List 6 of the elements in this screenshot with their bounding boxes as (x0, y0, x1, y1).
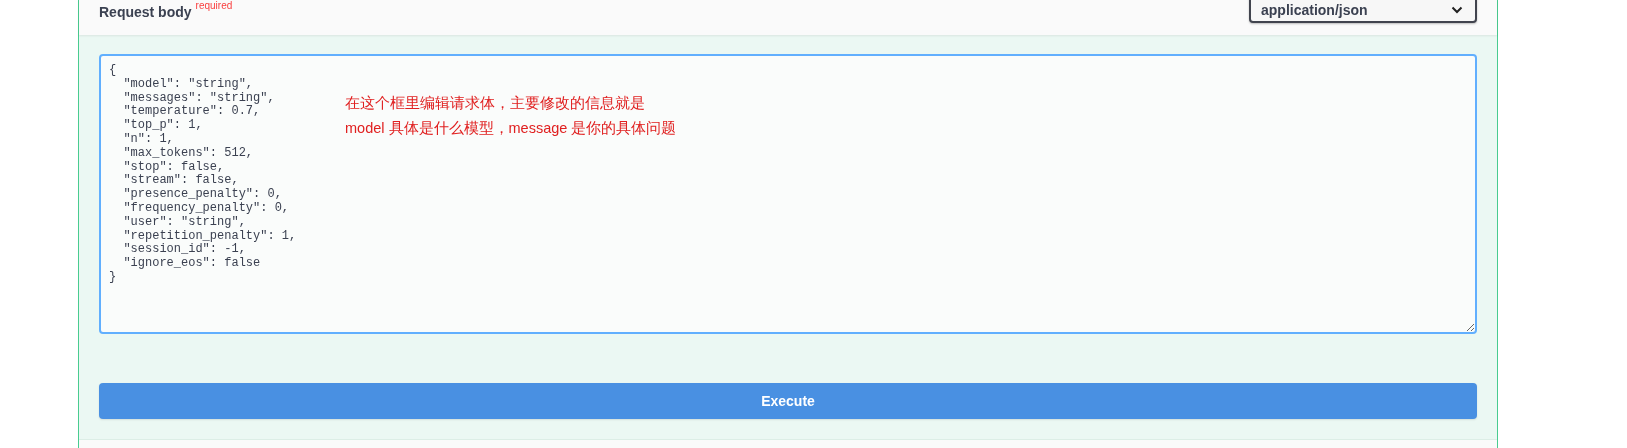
annotation-text: 在这个框里编辑请求体，主要修改的信息就是 (345, 94, 646, 113)
content-type-dropdown[interactable]: application/json (1249, 0, 1477, 23)
annotation-text: model 具体是什么模型，message 是你的具体问题 (345, 119, 677, 138)
section-title: Request body (99, 4, 192, 20)
required-label: required (195, 0, 233, 11)
chevron-down-icon (1451, 6, 1463, 14)
